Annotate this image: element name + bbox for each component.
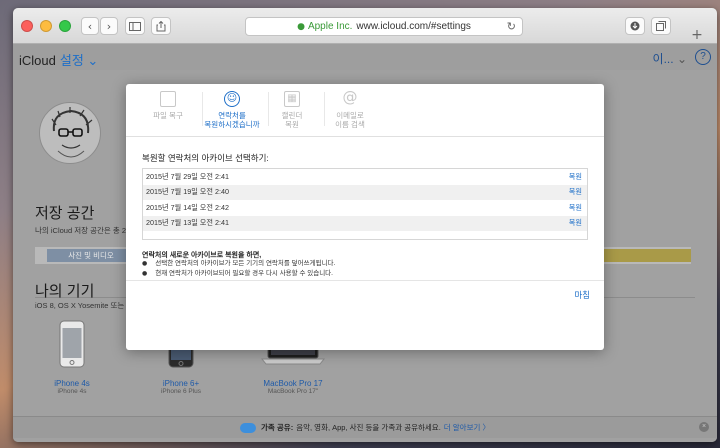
device-name: MacBook Pro 17 bbox=[263, 379, 323, 388]
storage-segment-photos: 사진 및 비디오 bbox=[47, 249, 135, 262]
document-icon bbox=[160, 91, 176, 107]
tab-email-lookup[interactable]: @ 이메일로 이름 검색 bbox=[320, 88, 380, 130]
avatar-sketch-icon bbox=[51, 107, 93, 158]
restore-note-list: 선택한 연락처의 아카이브가 모든 기기의 연락처를 덮어쓰게됩니다. 현재 연… bbox=[142, 259, 335, 278]
lock-icon: ● bbox=[297, 21, 305, 32]
restore-contacts-dialog: 파일 복구 ☺ 연락처를 복원하시겠습니까 ▦ 캘린더 복원 @ 이메일로 이름… bbox=[126, 84, 604, 350]
restore-link[interactable]: 복원 bbox=[569, 203, 582, 213]
settings-label: 설정 bbox=[59, 53, 84, 68]
user-menu[interactable]: 이... ⌄ bbox=[653, 50, 687, 67]
downloads-button[interactable] bbox=[625, 17, 645, 35]
restore-link[interactable]: 복원 bbox=[569, 172, 582, 182]
tab-label: 캘린더 bbox=[281, 111, 303, 120]
family-sharing-icon bbox=[240, 422, 257, 433]
download-icon bbox=[630, 21, 640, 31]
reload-icon[interactable]: ↻ bbox=[507, 20, 516, 33]
chevron-right-icon: › bbox=[106, 19, 112, 33]
device-model: MacBook Pro 17" bbox=[267, 388, 319, 395]
archive-heading: 복원할 연락처의 아카이브 선택하기: bbox=[142, 153, 269, 163]
settings-menu[interactable]: 설정 ⌄ bbox=[60, 53, 98, 68]
family-sharing-banner: 가족 공유: 음악, 영화, App, 사진 등을 가족과 공유하세요. 더 알… bbox=[13, 416, 717, 438]
storage-title: 저장 공간 bbox=[35, 205, 95, 222]
sidebar-icon bbox=[129, 21, 141, 31]
share-button[interactable] bbox=[151, 17, 171, 35]
archive-row: 2015년 7월 29일 오전 2:41 복원 bbox=[143, 169, 587, 185]
tab-label-line2: 이름 검색 bbox=[335, 120, 365, 129]
user-menu-label: 이... bbox=[652, 52, 674, 66]
tab-label: 연락처를 bbox=[218, 111, 246, 120]
tabs-icon bbox=[656, 21, 666, 31]
address-org: Apple Inc. bbox=[307, 21, 353, 32]
browser-toolbar: ‹ › ● Apple Inc. www.icloud.com/#setting… bbox=[13, 8, 717, 44]
tabs-overview-button[interactable] bbox=[651, 17, 671, 35]
at-icon: @ bbox=[342, 88, 358, 106]
dialog-divider bbox=[126, 280, 604, 281]
banner-text: 음악, 영화, App, 사진 등을 가족과 공유하세요. bbox=[296, 423, 441, 432]
icloud-logo-text: iCloud bbox=[19, 53, 56, 68]
archive-date: 2015년 7월 19일 오전 2:40 bbox=[146, 187, 230, 197]
learn-more-link[interactable]: 더 알아보기 〉 bbox=[444, 422, 490, 433]
back-button[interactable]: ‹ bbox=[81, 17, 99, 35]
archive-row: 2015년 7월 19일 오전 2:40 복원 bbox=[143, 184, 587, 200]
share-icon bbox=[156, 20, 166, 31]
restore-tabs: 파일 복구 ☺ 연락처를 복원하시겠습니까 ▦ 캘린더 복원 @ 이메일로 이름… bbox=[126, 84, 604, 137]
minimize-window-button[interactable] bbox=[40, 20, 52, 32]
chevron-down-icon: ⌄ bbox=[87, 53, 99, 68]
forward-button[interactable]: › bbox=[100, 17, 118, 35]
done-button[interactable]: 마침 bbox=[574, 289, 590, 301]
calendar-icon: ▦ bbox=[284, 91, 300, 107]
address-url: www.icloud.com/#settings bbox=[356, 21, 471, 32]
tab-restore-calendar[interactable]: ▦ 캘린더 복원 bbox=[262, 91, 322, 129]
tab-label: 파일 복구 bbox=[153, 111, 183, 120]
tab-label-line2: 복원 bbox=[285, 120, 299, 129]
sidebar-button[interactable] bbox=[125, 17, 145, 35]
iphone-white-icon bbox=[59, 320, 85, 368]
tab-restore-files[interactable]: 파일 복구 bbox=[138, 91, 198, 120]
browser-window: ‹ › ● Apple Inc. www.icloud.com/#setting… bbox=[13, 8, 717, 442]
chevron-down-icon: ⌄ bbox=[676, 52, 687, 66]
new-tab-button[interactable]: + bbox=[677, 26, 717, 44]
address-bar[interactable]: ● Apple Inc. www.icloud.com/#settings ↻ bbox=[245, 17, 523, 36]
archive-list: 2015년 7월 29일 오전 2:41 복원 2015년 7월 19일 오전 … bbox=[142, 168, 588, 240]
help-button[interactable]: ? bbox=[695, 49, 711, 65]
tab-restore-contacts[interactable]: ☺ 연락처를 복원하시겠습니까 bbox=[199, 91, 265, 129]
device-model: iPhone 4s bbox=[57, 388, 87, 395]
archive-date: 2015년 7월 29일 오전 2:41 bbox=[146, 171, 230, 181]
banner-title: 가족 공유: bbox=[261, 423, 294, 432]
tab-label: 이메일로 bbox=[336, 111, 364, 120]
contacts-icon: ☺ bbox=[224, 91, 240, 107]
restore-link[interactable]: 복원 bbox=[569, 218, 582, 228]
devices-subtitle: iOS 8, OS X Yosemite 또는 wa bbox=[35, 301, 136, 310]
zoom-window-button[interactable] bbox=[59, 20, 71, 32]
tab-label-line2: 복원하시겠습니까 bbox=[204, 120, 260, 129]
devices-title: 나의 기기 bbox=[35, 283, 95, 300]
restore-note-item: 선택한 연락처의 아카이브가 모든 기기의 연락처를 덮어쓰게됩니다. bbox=[142, 259, 335, 269]
device-model: iPhone 6 Plus bbox=[160, 388, 202, 395]
icloud-header: iCloud 설정 ⌄ 이... ⌄ ? bbox=[13, 44, 717, 70]
archive-row: 2015년 7월 14일 오전 2:42 복원 bbox=[143, 200, 587, 216]
archive-date: 2015년 7월 14일 오전 2:42 bbox=[146, 202, 230, 212]
device-name: iPhone 4s bbox=[54, 379, 90, 388]
icloud-page: iCloud 설정 ⌄ 이... ⌄ ? 저장 공간 나의 iCloud 저장 공… bbox=[13, 44, 717, 442]
restore-note-item: 현재 연락처가 아카이브되어 필요할 경우 다시 사용할 수 있습니다. bbox=[142, 269, 335, 279]
chevron-left-icon: ‹ bbox=[87, 19, 93, 33]
archive-date: 2015년 7월 13일 오전 2:41 bbox=[146, 218, 230, 228]
avatar[interactable] bbox=[39, 102, 101, 164]
storage-segment-other bbox=[598, 249, 691, 262]
close-window-button[interactable] bbox=[21, 20, 33, 32]
device-name: iPhone 6+ bbox=[162, 379, 200, 388]
icloud-brand: iCloud 설정 ⌄ bbox=[19, 50, 98, 69]
archive-row: 2015년 7월 13일 오전 2:41 복원 bbox=[143, 215, 587, 231]
device-iphone-4s[interactable]: iPhone 4s iPhone 4s bbox=[47, 320, 97, 395]
close-banner-icon[interactable]: × bbox=[699, 422, 709, 432]
restore-link[interactable]: 복원 bbox=[569, 187, 582, 197]
